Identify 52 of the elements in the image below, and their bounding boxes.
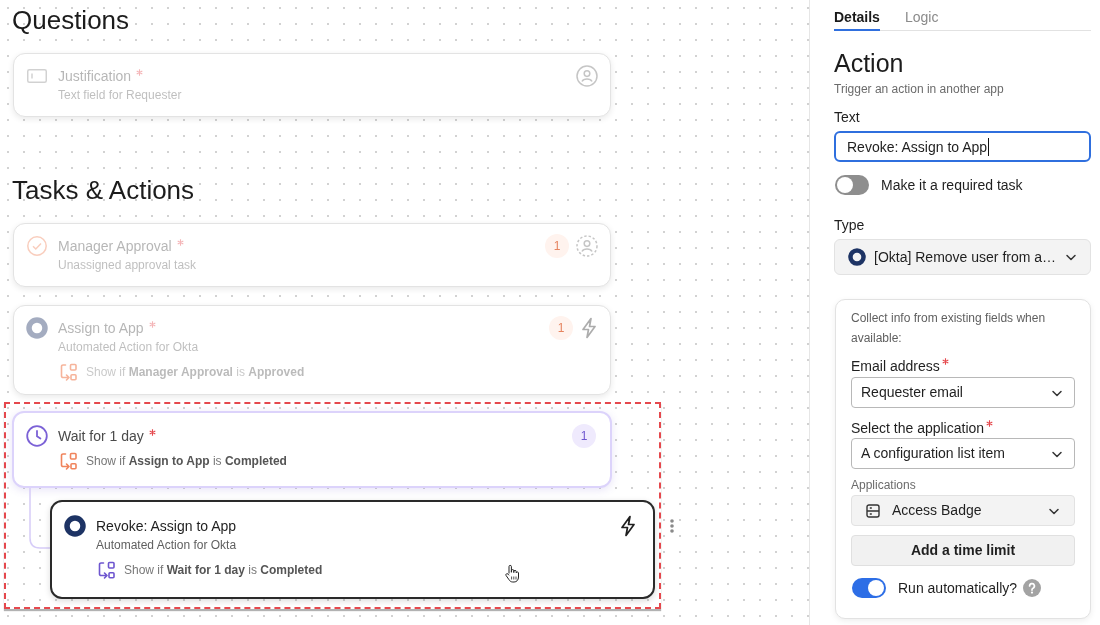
field-label: Text	[834, 108, 860, 127]
count-badge: 1	[549, 316, 573, 340]
bolt-icon	[580, 317, 598, 339]
ring-icon	[64, 515, 86, 537]
person-circle-icon	[576, 65, 598, 87]
card-subtitle: Unassigned approval task	[58, 257, 197, 274]
card-title: Assign to App	[58, 319, 144, 338]
condition-text: Show if Assign to App is Completed	[86, 453, 287, 470]
dropdown[interactable]: Access Badge	[851, 495, 1075, 526]
text-field-icon	[27, 69, 47, 83]
text-input[interactable]: Revoke: Assign to App	[834, 131, 1091, 162]
more-options-icon[interactable]	[670, 519, 674, 533]
card-title: Wait for 1 day	[58, 427, 144, 446]
bolt-icon	[619, 515, 637, 537]
field-label: Applications	[851, 477, 916, 493]
count-badge: 1	[545, 234, 569, 258]
panel-heading: Action	[834, 48, 904, 78]
toggle-label: Run automatically?	[898, 579, 1018, 598]
server-icon	[866, 503, 880, 518]
tab[interactable]: Logic	[904, 0, 939, 31]
dropdown[interactable]: A configuration list item	[851, 438, 1075, 469]
clock-icon	[26, 425, 48, 447]
card-subtitle: Text field for Requester	[58, 87, 182, 104]
dashed-person-circle-icon	[576, 235, 598, 257]
toggle-switch[interactable]	[852, 578, 886, 598]
task-card[interactable]: Wait for 1 day Show if Assign to App is Completed 1	[12, 411, 612, 488]
condition-text: Show if Wait for 1 day is Completed	[124, 562, 323, 579]
toggle-label: Make it a required task	[881, 176, 1023, 195]
help-icon[interactable]	[1023, 579, 1042, 597]
card-subtitle: Automated Action for Okta	[58, 339, 199, 356]
field-label: Select the application	[851, 419, 985, 438]
section-heading: Tasks & Actions	[12, 174, 195, 206]
type-dropdown[interactable]: [Okta] Remove user from a…	[834, 239, 1091, 275]
add-time-limit-button[interactable]: Add a time limit	[851, 535, 1075, 566]
connector-line	[29, 488, 50, 549]
card-title: Revoke: Assign to App	[96, 517, 237, 536]
count-badge: 1	[572, 424, 596, 448]
ring-icon	[26, 317, 48, 339]
toggle-switch[interactable]	[835, 175, 869, 195]
ring-icon	[848, 248, 866, 266]
check-circle-icon	[27, 236, 47, 256]
hand-cursor-icon	[504, 564, 520, 583]
field-label: Email address	[851, 357, 940, 376]
card-title: Justification	[58, 67, 132, 86]
tab[interactable]: Details	[834, 0, 880, 31]
card-note: Collect info from existing fields when available:	[851, 310, 1047, 347]
dropdown[interactable]: Requester email	[851, 377, 1075, 408]
field-label: Type	[834, 216, 865, 235]
section-heading: Questions	[12, 4, 130, 36]
panel-description: Trigger an action in another app	[834, 81, 1004, 97]
card-subtitle: Automated Action for Okta	[96, 537, 237, 554]
card-title: Manager Approval	[58, 237, 172, 256]
